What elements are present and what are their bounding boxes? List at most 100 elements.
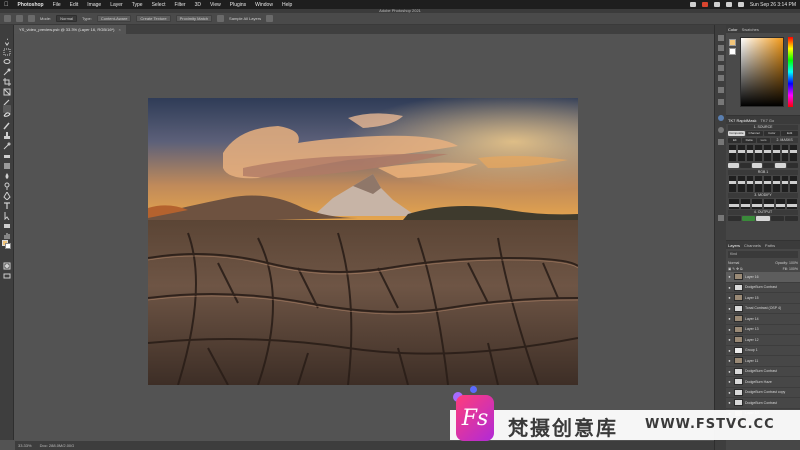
layer-row[interactable]: ● DodgeBurn Contrast [726,283,800,293]
menu-layer[interactable]: Layer [110,2,123,8]
crop-tool-icon[interactable] [3,73,11,86]
pen-tool-icon[interactable] [3,187,11,201]
document-image[interactable] [148,98,578,385]
blur-tool-icon[interactable] [3,167,11,179]
tk-color-tab[interactable]: Color [763,131,781,136]
tk-delta-tab[interactable]: Delta [742,138,756,143]
tab-tk-rapidmask[interactable]: TK7 RapidMask [728,118,756,123]
history-brush-icon[interactable] [3,137,11,150]
canvas-area[interactable] [15,34,714,440]
layer-row[interactable]: ● Layer 13 [726,325,800,335]
apple-menu-icon[interactable]:  [4,2,9,8]
plugin-panel-icon[interactable] [718,127,724,133]
menu-window[interactable]: Window [255,2,273,8]
patch-tool-icon[interactable] [3,105,11,117]
rgb-slider-3[interactable] [746,176,754,192]
layer-visibility-icon[interactable]: ● [727,295,732,300]
quick-mask-icon[interactable] [3,257,11,270]
rgb-slider-1[interactable] [729,176,736,192]
mask-slider-7[interactable] [781,145,789,161]
rgb-slider-5[interactable] [764,176,771,192]
tray-battery-icon[interactable] [713,2,720,7]
rgb-slider-4[interactable] [755,176,762,192]
modify-slider-2[interactable] [740,199,751,209]
clone-source-icon[interactable] [718,75,724,81]
layer-visibility-icon[interactable]: ● [727,379,732,384]
patch-tool-preset-icon[interactable] [16,15,23,22]
mask-button-1[interactable] [728,163,739,168]
brush-size-icon[interactable] [28,15,35,22]
gradient-tool-icon[interactable] [3,157,11,169]
layer-row[interactable]: ● DodgeBurn Contrast [726,367,800,377]
menu-select[interactable]: Select [152,2,166,8]
move-tool-icon[interactable] [3,33,11,46]
mask-button-5[interactable] [775,163,787,168]
rectangle-tool-icon[interactable] [3,217,11,228]
sample-all-checkbox[interactable] [217,15,225,22]
tray-app-icon[interactable] [689,2,696,7]
history-panel-icon[interactable] [718,35,724,41]
eraser-tool-icon[interactable] [3,147,11,158]
layer-row[interactable]: ● DodgeBurn Contrast [726,398,800,409]
layer-visibility-icon[interactable]: ● [727,306,732,311]
mask-slider-6[interactable] [772,145,780,161]
home-icon[interactable] [4,15,11,22]
mask-button-2[interactable] [739,163,751,168]
layer-row[interactable]: ● DodgeBurn Haze [726,377,800,388]
tk-composite-tab[interactable]: Composite [728,131,745,136]
fill-field[interactable]: Fill: 100% [783,267,798,271]
paragraph-panel-icon[interactable] [718,99,724,105]
layer-row[interactable]: ● Layer 15 [726,293,800,304]
mode-select[interactable]: Normal [56,15,78,22]
tray-search-icon[interactable] [737,2,744,7]
proximity-match-button[interactable]: Proximity Match [175,15,213,22]
hand-tool-icon[interactable] [3,227,11,239]
tab-swatches[interactable]: Swatches [742,27,759,32]
mask-slider-3[interactable] [746,145,754,161]
layer-row[interactable]: ● Layer 11 [726,356,800,367]
output-button-4[interactable] [770,216,784,221]
quick-select-tool-icon[interactable] [3,63,11,76]
modify-slider-4[interactable] [764,199,774,209]
layer-row[interactable]: ● Layer 12 [726,335,800,346]
lasso-tool-icon[interactable] [3,53,11,64]
fg-color-chip[interactable] [729,39,736,46]
output-button-5[interactable] [784,216,799,221]
modify-slider-5[interactable] [775,199,786,209]
modify-slider-3[interactable] [752,199,763,209]
eyedropper-tool-icon[interactable] [3,93,11,106]
tab-tk-go[interactable]: TK7 Go [760,118,774,123]
output-button-1[interactable] [728,216,742,221]
output-button-2[interactable] [742,216,756,221]
layer-row[interactable]: ● DodgeBurn Contrast copy [726,388,800,398]
background-color-swatch[interactable] [5,243,11,249]
output-button-3[interactable] [756,216,770,221]
layer-visibility-icon[interactable]: ● [727,327,732,332]
mask-slider-5[interactable] [764,145,771,161]
tk-lum-tab[interactable]: Lum [756,138,771,143]
create-texture-button[interactable]: Create Texture [136,15,171,22]
layer-visibility-icon[interactable]: ● [727,285,732,290]
tab-color[interactable]: Color [728,27,738,32]
mask-slider-1[interactable] [729,145,736,161]
frame-tool-icon[interactable] [3,83,11,96]
layers-panel-icon[interactable] [718,215,724,221]
menu-image[interactable]: Image [87,2,101,8]
type-tool-icon[interactable] [3,197,11,209]
rgb-slider-8[interactable] [790,176,797,192]
mask-button-3[interactable] [751,163,763,168]
doc-size[interactable]: Doc: 288.0M/2.00G [40,443,75,448]
lock-icons[interactable]: ▣ ✎ ✥ ⧉ [728,267,743,271]
layer-visibility-icon[interactable]: ● [727,358,732,363]
mask-button-4[interactable] [763,163,775,168]
tray-wifi-icon[interactable] [725,2,732,7]
screen-mode-icon[interactable] [3,267,11,279]
menu-edit[interactable]: Edit [70,2,79,8]
rgb-slider-2[interactable] [737,176,745,192]
tray-recording-icon[interactable] [701,2,708,7]
tk-plugin-icon[interactable] [718,115,724,121]
adjustments-panel-icon[interactable] [718,55,724,61]
brush-tool-icon[interactable] [3,117,11,130]
app-menu[interactable]: Photoshop [18,2,44,8]
layer-row[interactable]: ● Group 1 [726,346,800,356]
